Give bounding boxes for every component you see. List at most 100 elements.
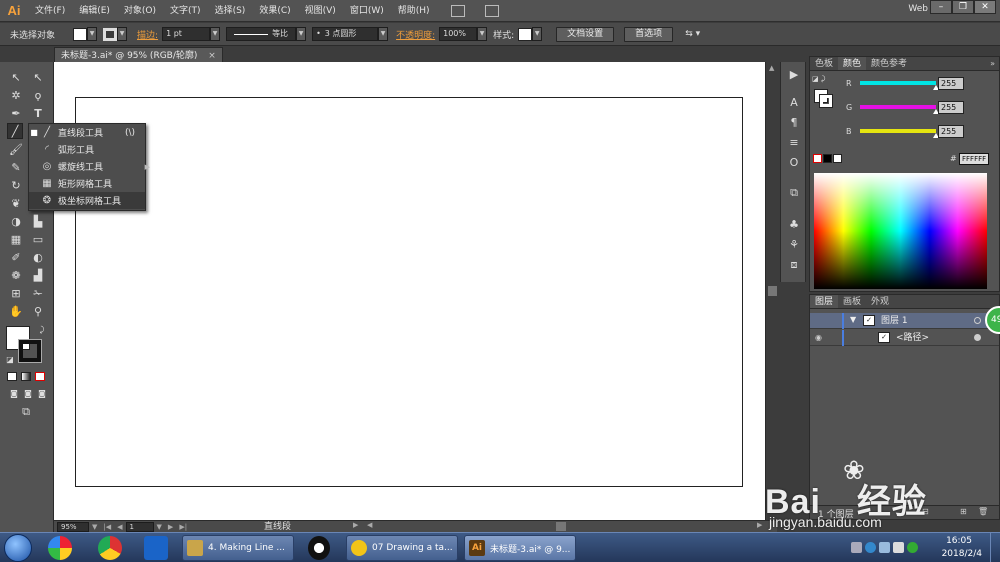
- menu-effect[interactable]: 效果(C): [252, 0, 297, 22]
- export-panel-icon[interactable]: ⧈: [787, 258, 801, 272]
- arrange-documents-icon[interactable]: [484, 4, 499, 17]
- flyout-item-rectangular-grid[interactable]: ▦ 矩形网格工具: [29, 175, 145, 192]
- tab-artboards[interactable]: 画板: [838, 295, 866, 308]
- menu-edit[interactable]: 编辑(E): [72, 0, 117, 22]
- menu-type[interactable]: 文字(T): [163, 0, 208, 22]
- symbols-panel-icon[interactable]: ♣: [787, 218, 801, 232]
- status-menu-icon[interactable]: ▶: [353, 521, 358, 529]
- gradient-tool-icon[interactable]: ▭: [30, 232, 46, 248]
- flyout-item-spiral[interactable]: ◎ 螺旋线工具 ▶: [29, 158, 150, 175]
- eyedropper-tool-icon[interactable]: ✐: [8, 250, 24, 266]
- glyphs-panel-icon[interactable]: O: [787, 156, 801, 170]
- artboard-tool-icon[interactable]: ⊞: [8, 286, 24, 302]
- rotate-tool-icon[interactable]: ↻: [8, 178, 24, 194]
- character-panel-icon[interactable]: A: [787, 96, 801, 110]
- horizontal-scroll-thumb[interactable]: [556, 522, 566, 531]
- graphic-style-swatch[interactable]: [518, 27, 533, 41]
- prev-artboard-icon[interactable]: ◀: [117, 523, 122, 531]
- menu-file[interactable]: 文件(F): [28, 0, 72, 22]
- volume-icon[interactable]: [893, 542, 904, 553]
- graph-tool-icon[interactable]: ▙: [30, 214, 46, 230]
- symbol-sprayer-tool-icon[interactable]: ❁: [8, 268, 24, 284]
- blue-value-field[interactable]: 255: [938, 125, 964, 138]
- expand-triangle-icon[interactable]: ▼: [850, 315, 856, 324]
- pinwheel-app-icon[interactable]: [48, 536, 72, 560]
- pencil-tool-icon[interactable]: ✎: [8, 160, 24, 176]
- profile-dropdown-arrow[interactable]: ▼: [296, 27, 307, 41]
- artboard[interactable]: [75, 97, 743, 487]
- document-tab[interactable]: 未标题-3.ai* @ 95% (RGB/轮廓) ×: [54, 47, 223, 63]
- first-artboard-icon[interactable]: |◀: [103, 523, 111, 531]
- red-value-field[interactable]: 255: [938, 77, 964, 90]
- workspace-switcher[interactable]: Web: [908, 4, 928, 14]
- blend-tool-icon[interactable]: ◐: [30, 250, 46, 266]
- stroke-dropdown-arrow[interactable]: ▼: [117, 27, 128, 41]
- zoom-dropdown[interactable]: 95%: [57, 521, 89, 532]
- menu-object[interactable]: 对象(O): [117, 0, 163, 22]
- network-icon[interactable]: [879, 542, 890, 553]
- magic-wand-tool-icon[interactable]: ✲: [8, 88, 24, 104]
- clock-date[interactable]: 2018/2/4: [942, 549, 982, 559]
- style-dropdown-arrow[interactable]: ▼: [532, 27, 543, 41]
- panel-collapse-icon[interactable]: »: [990, 59, 995, 68]
- menu-help[interactable]: 帮助(H): [391, 0, 437, 22]
- artboard-arrow-icon[interactable]: ▼: [157, 523, 162, 531]
- close-button[interactable]: ✕: [974, 0, 996, 14]
- color-mode-icon[interactable]: [7, 372, 17, 381]
- menu-window[interactable]: 窗口(W): [343, 0, 391, 22]
- tab-color[interactable]: 颜色: [838, 57, 867, 70]
- red-slider[interactable]: [860, 81, 936, 85]
- green-slider[interactable]: [860, 105, 936, 109]
- flyout-item-line-segment[interactable]: ■ ╱ 直线段工具 (\): [29, 124, 145, 141]
- flyout-item-arc[interactable]: ◜ 弧形工具: [29, 141, 145, 158]
- stroke-weight-field[interactable]: 1 pt: [162, 27, 211, 41]
- clock-time[interactable]: 16:05: [946, 536, 972, 546]
- column-graph-tool-icon[interactable]: ▟: [30, 268, 46, 284]
- canvas[interactable]: [54, 62, 765, 520]
- layer-row[interactable]: ▼ ✓ 图层 1: [810, 313, 999, 329]
- tearoff-arrow-icon[interactable]: ▶: [145, 163, 150, 171]
- draw-inside-icon[interactable]: ◙: [34, 386, 50, 402]
- type-tool-icon[interactable]: T: [30, 106, 46, 122]
- close-tab-icon[interactable]: ×: [208, 51, 216, 61]
- pen-tool-icon[interactable]: ✒: [8, 106, 24, 122]
- bridge-icon[interactable]: [450, 4, 465, 17]
- align-options-icon[interactable]: ⇆ ▾: [685, 29, 700, 39]
- last-artboard-icon[interactable]: ▶|: [179, 523, 187, 531]
- zoom-arrow-icon[interactable]: ▼: [92, 523, 97, 531]
- vertical-scroll-thumb[interactable]: [768, 286, 777, 296]
- outlook-icon[interactable]: [144, 536, 168, 560]
- variable-width-profile[interactable]: 等比: [226, 27, 297, 41]
- visibility-eye-icon[interactable]: ◉: [815, 333, 825, 343]
- keyboard-icon[interactable]: [851, 542, 862, 553]
- help-icon[interactable]: [865, 542, 876, 553]
- none-mode-icon[interactable]: [35, 372, 45, 381]
- green-value-field[interactable]: 255: [938, 101, 964, 114]
- brush-dropdown-arrow[interactable]: ▼: [378, 27, 389, 41]
- lasso-tool-icon[interactable]: ϙ: [30, 88, 46, 104]
- align-panel-icon[interactable]: ≡: [787, 136, 801, 150]
- new-sublayer-icon[interactable]: ⊟: [922, 507, 929, 516]
- chrome-icon[interactable]: [98, 536, 122, 560]
- visibility-eye-icon[interactable]: [815, 316, 825, 326]
- taskbar-task-player[interactable]: 07 Drawing a ta...: [346, 535, 458, 561]
- layer-name[interactable]: 图层 1: [881, 313, 908, 329]
- start-button[interactable]: [4, 534, 32, 562]
- white-color-icon[interactable]: [833, 154, 842, 163]
- menu-select[interactable]: 选择(S): [208, 0, 253, 22]
- stroke-swatch[interactable]: [103, 27, 118, 41]
- opacity-field[interactable]: 100%: [439, 27, 478, 41]
- trash-icon[interactable]: 🗑: [978, 507, 988, 516]
- fill-swatch[interactable]: [73, 27, 88, 41]
- next-artboard-icon[interactable]: ▶: [168, 523, 173, 531]
- default-colors-icon[interactable]: ◪: [2, 352, 18, 368]
- minimize-button[interactable]: –: [930, 0, 952, 14]
- direct-selection-tool-icon[interactable]: ↖: [30, 70, 46, 86]
- play-icon[interactable]: ▶: [787, 68, 801, 82]
- vertical-scrollbar[interactable]: ▲: [765, 62, 778, 520]
- opacity-arrow[interactable]: ▼: [477, 27, 488, 41]
- path-target-icon[interactable]: [974, 334, 981, 341]
- hand-tool-icon[interactable]: ✋: [8, 304, 24, 320]
- swap-colors-icon[interactable]: ⤸: [34, 322, 50, 338]
- blue-slider[interactable]: [860, 129, 936, 133]
